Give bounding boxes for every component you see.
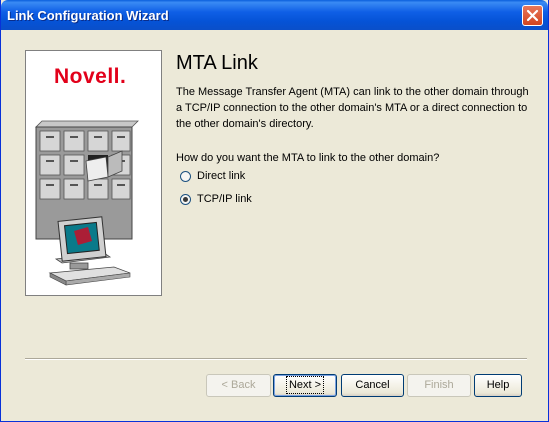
tcpip-link-label: TCP/IP link <box>197 193 252 205</box>
direct-link-radio[interactable] <box>180 170 191 182</box>
close-button[interactable] <box>522 5 543 26</box>
link-question: How do you want the MTA to link to the o… <box>176 152 440 164</box>
tcpip-link-radio[interactable] <box>180 193 191 205</box>
help-button[interactable]: Help <box>474 374 522 397</box>
novell-logo: Novell. <box>54 65 127 88</box>
close-icon <box>526 9 539 22</box>
next-button-label: Next > <box>285 376 325 394</box>
wizard-window: Link Configuration Wizard Novell. MTA Li… <box>0 0 549 422</box>
finish-button[interactable]: Finish <box>407 374 471 397</box>
window-title: Link Configuration Wizard <box>7 8 169 23</box>
next-button[interactable]: Next > <box>273 374 337 397</box>
tcpip-link-option[interactable]: TCP/IP link <box>180 191 252 207</box>
page-description: The Message Transfer Agent (MTA) can lin… <box>176 86 529 130</box>
title-bar[interactable]: Link Configuration Wizard <box>1 0 548 30</box>
cancel-button[interactable]: Cancel <box>341 374 404 397</box>
back-button[interactable]: < Back <box>206 374 271 397</box>
filing-cabinet-icon <box>35 120 139 286</box>
button-separator <box>25 358 527 360</box>
direct-link-option[interactable]: Direct link <box>180 168 245 184</box>
wizard-graphic: Novell. <box>25 50 162 296</box>
direct-link-label: Direct link <box>197 170 246 182</box>
page-title: MTA Link <box>176 52 258 74</box>
